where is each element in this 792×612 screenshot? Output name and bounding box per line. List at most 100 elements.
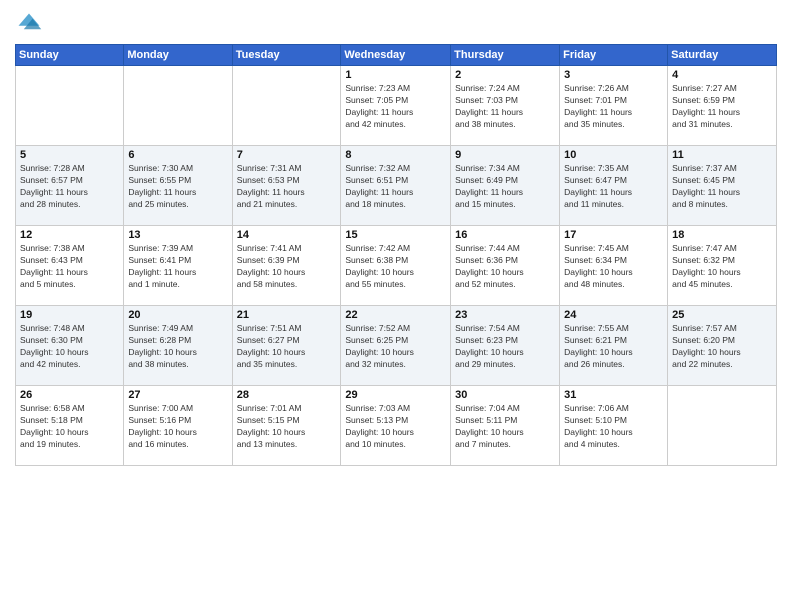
calendar-cell: 18 Sunrise: 7:47 AM Sunset: 6:32 PM Dayli… [668,226,777,306]
page: SundayMondayTuesdayWednesdayThursdayFrid… [0,0,792,612]
calendar-header-row: SundayMondayTuesdayWednesdayThursdayFrid… [16,45,777,66]
day-info: Sunrise: 7:42 AM Sunset: 6:38 PM Dayligh… [345,243,446,291]
day-info: Sunrise: 7:47 AM Sunset: 6:32 PM Dayligh… [672,243,772,291]
day-info: Sunrise: 7:44 AM Sunset: 6:36 PM Dayligh… [455,243,555,291]
day-number: 27 [128,389,227,401]
day-info: Sunrise: 7:24 AM Sunset: 7:03 PM Dayligh… [455,83,555,131]
day-number: 4 [672,69,772,81]
day-info: Sunrise: 7:38 AM Sunset: 6:43 PM Dayligh… [20,243,119,291]
day-number: 20 [128,309,227,321]
logo [15,10,47,38]
day-info: Sunrise: 7:45 AM Sunset: 6:34 PM Dayligh… [564,243,663,291]
day-info: Sunrise: 7:06 AM Sunset: 5:10 PM Dayligh… [564,403,663,451]
day-number: 12 [20,229,119,241]
calendar-cell: 28 Sunrise: 7:01 AM Sunset: 5:15 PM Dayli… [232,386,341,466]
calendar-cell: 10Sunrise: 7:35 AM Sunset: 6:47 PM Dayli… [560,146,668,226]
day-info: Sunrise: 7:27 AM Sunset: 6:59 PM Dayligh… [672,83,772,131]
calendar-cell: 31 Sunrise: 7:06 AM Sunset: 5:10 PM Dayli… [560,386,668,466]
day-number: 3 [564,69,663,81]
day-info: Sunrise: 7:55 AM Sunset: 6:21 PM Dayligh… [564,323,663,371]
calendar-cell: 9 Sunrise: 7:34 AM Sunset: 6:49 PM Daylig… [451,146,560,226]
calendar-cell: 30 Sunrise: 7:04 AM Sunset: 5:11 PM Dayli… [451,386,560,466]
day-number: 13 [128,229,227,241]
day-number: 29 [345,389,446,401]
weekday-header: Monday [124,45,232,66]
day-number: 22 [345,309,446,321]
day-number: 11 [672,149,772,161]
day-info: Sunrise: 7:30 AM Sunset: 6:55 PM Dayligh… [128,163,227,211]
calendar-week-row: 19Sunrise: 7:48 AM Sunset: 6:30 PM Dayli… [16,306,777,386]
day-info: Sunrise: 7:03 AM Sunset: 5:13 PM Dayligh… [345,403,446,451]
day-number: 14 [237,229,337,241]
weekday-header: Sunday [16,45,124,66]
calendar-cell: 7 Sunrise: 7:31 AM Sunset: 6:53 PM Daylig… [232,146,341,226]
day-number: 19 [20,309,119,321]
calendar-cell: 21 Sunrise: 7:51 AM Sunset: 6:27 PM Dayli… [232,306,341,386]
day-number: 17 [564,229,663,241]
day-info: Sunrise: 7:57 AM Sunset: 6:20 PM Dayligh… [672,323,772,371]
weekday-header: Thursday [451,45,560,66]
calendar-cell: 8Sunrise: 7:32 AM Sunset: 6:51 PM Daylig… [341,146,451,226]
day-number: 9 [455,149,555,161]
calendar-cell: 17 Sunrise: 7:45 AM Sunset: 6:34 PM Dayli… [560,226,668,306]
day-number: 24 [564,309,663,321]
calendar-cell: 23Sunrise: 7:54 AM Sunset: 6:23 PM Dayli… [451,306,560,386]
day-info: Sunrise: 7:04 AM Sunset: 5:11 PM Dayligh… [455,403,555,451]
calendar-cell: 15 Sunrise: 7:42 AM Sunset: 6:38 PM Dayli… [341,226,451,306]
calendar-cell: 25Sunrise: 7:57 AM Sunset: 6:20 PM Dayli… [668,306,777,386]
calendar-week-row: 26 Sunrise: 6:58 AM Sunset: 5:18 PM Dayli… [16,386,777,466]
day-info: Sunrise: 7:49 AM Sunset: 6:28 PM Dayligh… [128,323,227,371]
day-number: 16 [455,229,555,241]
day-info: Sunrise: 7:39 AM Sunset: 6:41 PM Dayligh… [128,243,227,291]
weekday-header: Wednesday [341,45,451,66]
calendar-cell: 20 Sunrise: 7:49 AM Sunset: 6:28 PM Dayli… [124,306,232,386]
calendar-cell: 26 Sunrise: 6:58 AM Sunset: 5:18 PM Dayli… [16,386,124,466]
calendar-cell: 1 Sunrise: 7:23 AM Sunset: 7:05 PM Daylig… [341,66,451,146]
day-number: 30 [455,389,555,401]
calendar-cell [668,386,777,466]
day-number: 21 [237,309,337,321]
calendar-cell: 4 Sunrise: 7:27 AM Sunset: 6:59 PM Daylig… [668,66,777,146]
day-number: 18 [672,229,772,241]
calendar-cell: 3 Sunrise: 7:26 AM Sunset: 7:01 PM Daylig… [560,66,668,146]
day-info: Sunrise: 7:00 AM Sunset: 5:16 PM Dayligh… [128,403,227,451]
day-number: 23 [455,309,555,321]
weekday-header: Tuesday [232,45,341,66]
calendar-cell: 13 Sunrise: 7:39 AM Sunset: 6:41 PM Dayli… [124,226,232,306]
logo-icon [15,10,43,38]
day-number: 10 [564,149,663,161]
day-number: 1 [345,69,446,81]
calendar-week-row: 12 Sunrise: 7:38 AM Sunset: 6:43 PM Dayli… [16,226,777,306]
calendar-cell: 27 Sunrise: 7:00 AM Sunset: 5:16 PM Dayli… [124,386,232,466]
day-number: 26 [20,389,119,401]
day-number: 5 [20,149,119,161]
calendar-table: SundayMondayTuesdayWednesdayThursdayFrid… [15,44,777,466]
day-info: Sunrise: 7:31 AM Sunset: 6:53 PM Dayligh… [237,163,337,211]
day-info: Sunrise: 7:34 AM Sunset: 6:49 PM Dayligh… [455,163,555,211]
day-number: 7 [237,149,337,161]
day-number: 31 [564,389,663,401]
day-info: Sunrise: 6:58 AM Sunset: 5:18 PM Dayligh… [20,403,119,451]
calendar-cell: 22Sunrise: 7:52 AM Sunset: 6:25 PM Dayli… [341,306,451,386]
day-number: 8 [345,149,446,161]
calendar-cell: 24 Sunrise: 7:55 AM Sunset: 6:21 PM Dayli… [560,306,668,386]
calendar-cell: 16 Sunrise: 7:44 AM Sunset: 6:36 PM Dayli… [451,226,560,306]
day-info: Sunrise: 7:41 AM Sunset: 6:39 PM Dayligh… [237,243,337,291]
day-number: 2 [455,69,555,81]
header [15,10,777,38]
day-number: 15 [345,229,446,241]
calendar-cell: 11Sunrise: 7:37 AM Sunset: 6:45 PM Dayli… [668,146,777,226]
calendar-cell [232,66,341,146]
calendar-cell: 6Sunrise: 7:30 AM Sunset: 6:55 PM Daylig… [124,146,232,226]
day-info: Sunrise: 7:51 AM Sunset: 6:27 PM Dayligh… [237,323,337,371]
calendar-week-row: 1 Sunrise: 7:23 AM Sunset: 7:05 PM Daylig… [16,66,777,146]
day-number: 28 [237,389,337,401]
calendar-cell [124,66,232,146]
weekday-header: Saturday [668,45,777,66]
day-info: Sunrise: 7:01 AM Sunset: 5:15 PM Dayligh… [237,403,337,451]
day-info: Sunrise: 7:23 AM Sunset: 7:05 PM Dayligh… [345,83,446,131]
calendar-cell [16,66,124,146]
day-info: Sunrise: 7:26 AM Sunset: 7:01 PM Dayligh… [564,83,663,131]
day-info: Sunrise: 7:28 AM Sunset: 6:57 PM Dayligh… [20,163,119,211]
calendar-week-row: 5 Sunrise: 7:28 AM Sunset: 6:57 PM Daylig… [16,146,777,226]
